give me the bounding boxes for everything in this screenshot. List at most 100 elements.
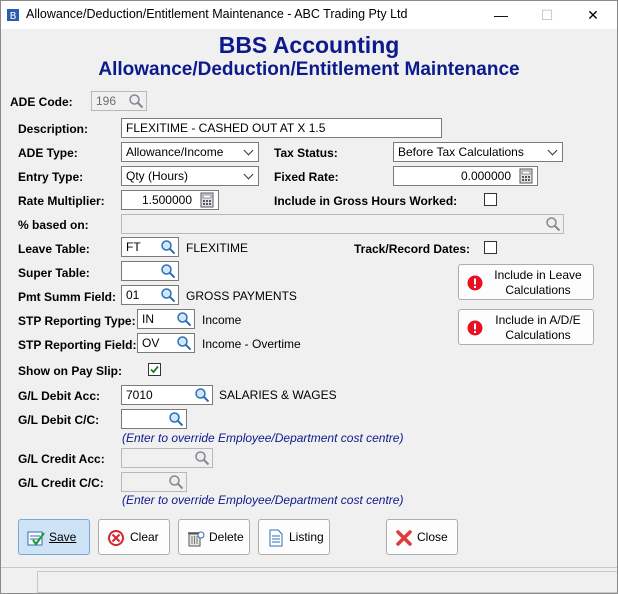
warning-icon [467, 275, 483, 296]
search-icon[interactable] [126, 92, 146, 110]
listing-button[interactable]: Listing [258, 519, 330, 555]
close-button[interactable]: Close [386, 519, 458, 555]
search-icon[interactable] [166, 473, 186, 491]
window-title: Allowance/Deduction/Entitlement Maintena… [26, 7, 408, 21]
ade-type-label: ADE Type: [18, 146, 78, 160]
search-icon[interactable] [192, 449, 212, 467]
search-icon[interactable] [543, 215, 563, 233]
close-window-button[interactable]: ✕ [571, 3, 615, 27]
stp-type-value: IN [142, 312, 154, 326]
pmt-summ-input[interactable]: 01 [121, 285, 179, 305]
include-leave-line1: Include in Leave [494, 268, 582, 282]
include-ade-button[interactable]: Include in A/D/E Calculations [458, 309, 594, 345]
track-dates-checkbox[interactable] [484, 241, 497, 254]
ade-type-select[interactable]: Allowance/Income [121, 142, 259, 162]
show-payslip-label: Show on Pay Slip: [18, 364, 123, 378]
delete-button[interactable]: Delete [178, 519, 250, 555]
stp-field-description: Income - Overtime [202, 337, 301, 351]
chevron-down-icon [243, 169, 254, 180]
stp-field-value: OV [142, 336, 160, 350]
include-leave-button[interactable]: Include in Leave Calculations [458, 264, 594, 300]
show-payslip-checkbox[interactable] [148, 363, 161, 376]
search-icon[interactable] [158, 238, 178, 256]
search-icon[interactable] [166, 410, 186, 428]
stp-field-label: STP Reporting Field: [18, 338, 137, 352]
stp-type-input[interactable]: IN [137, 309, 195, 329]
gl-debit-cc-note: (Enter to override Employee/Department c… [122, 431, 404, 445]
entry-type-value: Qty (Hours) [126, 169, 189, 183]
stp-type-label: STP Reporting Type: [18, 314, 136, 328]
search-icon[interactable] [174, 334, 194, 352]
svg-text:B: B [10, 11, 17, 22]
save-label: Save [49, 530, 77, 544]
warning-icon [467, 320, 483, 341]
search-icon[interactable] [158, 262, 178, 280]
ade-code-value: 196 [96, 94, 117, 108]
include-ade-line2: Calculations [505, 328, 571, 342]
clear-icon [107, 529, 125, 550]
status-pane [37, 571, 617, 593]
calculator-icon[interactable] [199, 192, 215, 209]
gl-debit-cc-input[interactable] [121, 409, 187, 429]
gross-hours-checkbox[interactable] [484, 193, 497, 206]
fixed-rate-label: Fixed Rate: [274, 170, 339, 184]
super-table-label: Super Table: [18, 266, 90, 280]
entry-type-label: Entry Type: [18, 170, 84, 184]
app-icon: B [6, 8, 20, 22]
document-icon [267, 529, 285, 550]
clear-label: Clear [130, 530, 159, 544]
minimize-button[interactable]: — [479, 3, 523, 27]
fixed-rate-value: 0.000000 [460, 169, 511, 183]
leave-table-input[interactable]: FT [121, 237, 179, 257]
search-icon[interactable] [158, 286, 178, 304]
track-dates-label: Track/Record Dates: [354, 242, 471, 256]
ade-type-value: Allowance/Income [126, 145, 224, 159]
super-table-input[interactable] [121, 261, 179, 281]
close-icon [395, 529, 413, 550]
gl-debit-acc-value: 7010 [126, 388, 153, 402]
gl-debit-acc-label: G/L Debit Acc: [18, 389, 101, 403]
chevron-down-icon [547, 145, 558, 156]
gl-debit-cc-label: G/L Debit C/C: [18, 413, 100, 427]
check-icon [150, 365, 159, 374]
title-bar: B Allowance/Deduction/Entitlement Mainte… [1, 1, 617, 29]
leave-table-value: FT [126, 240, 141, 254]
gl-credit-cc-input[interactable] [121, 472, 187, 492]
clear-button[interactable]: Clear [98, 519, 170, 555]
pmt-summ-value: 01 [126, 288, 140, 302]
main-window: B Allowance/Deduction/Entitlement Mainte… [0, 0, 618, 594]
gl-credit-acc-input[interactable] [121, 448, 213, 468]
status-bar [1, 567, 617, 593]
fixed-rate-input[interactable]: 0.000000 [393, 166, 538, 186]
calculator-icon[interactable] [518, 168, 534, 185]
gl-debit-acc-input[interactable]: 7010 [121, 385, 213, 405]
include-leave-label: Include in Leave Calculations [487, 268, 589, 298]
rate-multiplier-input[interactable]: 1.500000 [121, 190, 219, 210]
listing-label: Listing [289, 530, 324, 544]
chevron-down-icon [243, 145, 254, 156]
description-input[interactable]: FLEXITIME - CASHED OUT AT X 1.5 [121, 118, 442, 138]
tax-status-select[interactable]: Before Tax Calculations [393, 142, 563, 162]
entry-type-select[interactable]: Qty (Hours) [121, 166, 259, 186]
based-on-input[interactable] [121, 214, 564, 234]
search-icon[interactable] [192, 386, 212, 404]
leave-table-label: Leave Table: [18, 242, 90, 256]
save-icon [27, 529, 45, 550]
form-heading: Allowance/Deduction/Entitlement Maintena… [98, 59, 520, 80]
pmt-summ-label: Pmt Summ Field: [18, 290, 117, 304]
gl-credit-cc-label: G/L Credit C/C: [18, 476, 104, 490]
ade-code-input[interactable]: 196 [91, 91, 147, 111]
gl-debit-acc-description: SALARIES & WAGES [219, 388, 337, 402]
maximize-button[interactable]: ☐ [525, 3, 569, 27]
include-leave-line2: Calculations [505, 283, 571, 297]
stp-field-input[interactable]: OV [137, 333, 195, 353]
tax-status-value: Before Tax Calculations [398, 145, 524, 159]
ade-code-label: ADE Code: [10, 95, 73, 109]
save-button[interactable]: Save [18, 519, 90, 555]
rate-multiplier-value: 1.500000 [141, 193, 192, 207]
include-ade-line1: Include in A/D/E [495, 313, 581, 327]
close-label: Close [417, 530, 448, 544]
search-icon[interactable] [174, 310, 194, 328]
app-heading: BBS Accounting [218, 32, 400, 58]
leave-table-description: FLEXITIME [186, 241, 249, 255]
